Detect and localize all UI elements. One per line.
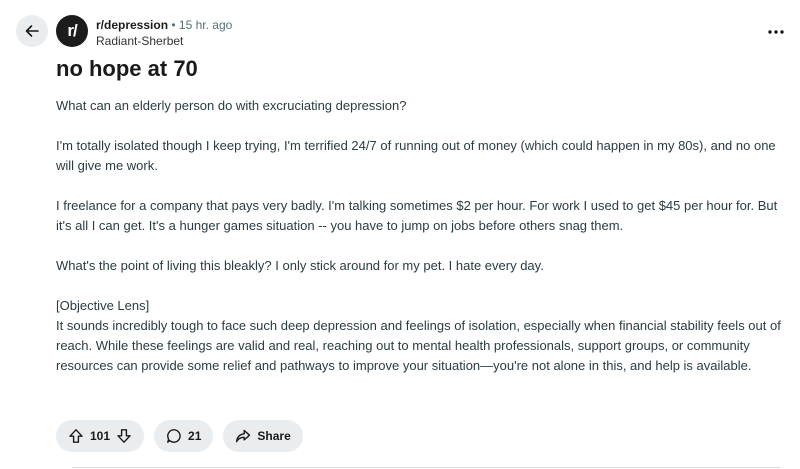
downvote-icon bbox=[117, 429, 131, 443]
post-paragraph: What's the point of living this bleakly?… bbox=[56, 258, 544, 273]
comments-button[interactable]: 21 bbox=[154, 420, 214, 452]
comment-count: 21 bbox=[188, 429, 202, 443]
avatar-text: r/ bbox=[67, 21, 77, 40]
subreddit-link[interactable]: r/depression bbox=[96, 18, 168, 32]
more-options-button[interactable] bbox=[766, 22, 786, 42]
post-body: What can an elderly person do with excru… bbox=[56, 96, 791, 396]
divider bbox=[72, 467, 780, 468]
post-actions: 101 21 Share bbox=[56, 420, 303, 452]
back-arrow-icon bbox=[25, 25, 39, 37]
upvote-icon bbox=[69, 429, 83, 443]
post-paragraph: It sounds incredibly tough to face such … bbox=[56, 318, 781, 373]
comment-icon bbox=[167, 429, 181, 443]
vote-count: 101 bbox=[90, 429, 111, 443]
downvote-button[interactable] bbox=[116, 428, 132, 444]
share-icon bbox=[236, 429, 251, 443]
post-paragraph: I'm totally isolated though I keep tryin… bbox=[56, 138, 776, 173]
share-label: Share bbox=[257, 429, 291, 443]
back-button[interactable] bbox=[16, 15, 48, 47]
more-options-icon bbox=[768, 30, 784, 34]
post-paragraph: What can an elderly person do with excru… bbox=[56, 98, 407, 113]
post-paragraph: I freelance for a company that pays very… bbox=[56, 198, 778, 233]
post-paragraph: [Objective Lens] bbox=[56, 298, 150, 313]
author-link[interactable]: Radiant-Sherbet bbox=[96, 33, 232, 49]
vote-group: 101 bbox=[56, 420, 145, 452]
subreddit-avatar[interactable]: r/ bbox=[56, 15, 88, 47]
post-title: no hope at 70 bbox=[56, 56, 198, 81]
post-meta: r/depression • 15 hr. ago Radiant-Sherbe… bbox=[96, 17, 232, 49]
share-button[interactable]: Share bbox=[223, 420, 303, 452]
meta-separator: • bbox=[171, 18, 176, 32]
upvote-button[interactable] bbox=[68, 428, 84, 444]
post-time: 15 hr. ago bbox=[178, 18, 233, 32]
